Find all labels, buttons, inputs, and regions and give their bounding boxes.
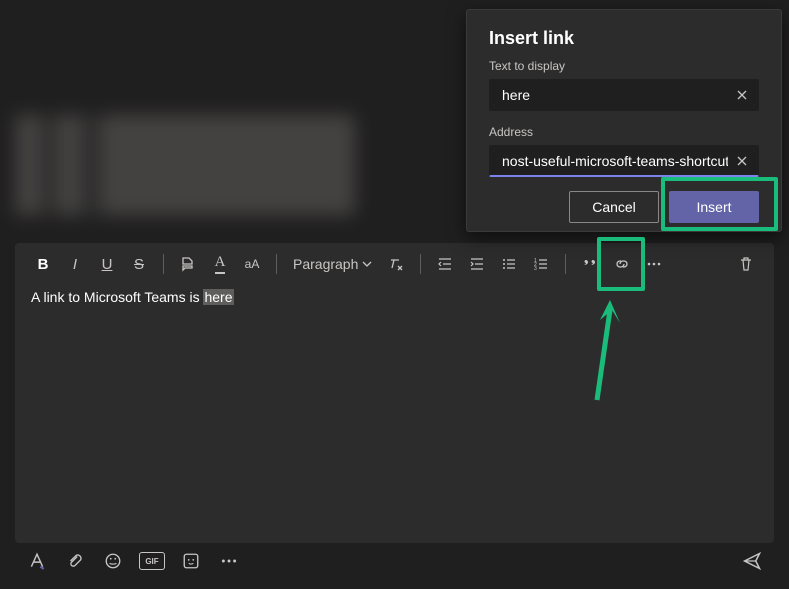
strikethrough-button[interactable]: S xyxy=(125,250,153,278)
sticker-button[interactable] xyxy=(179,549,203,573)
send-icon xyxy=(742,551,762,571)
text-to-display-label: Text to display xyxy=(489,59,759,73)
emoji-button[interactable] xyxy=(101,549,125,573)
chevron-down-icon xyxy=(362,259,372,269)
gif-button[interactable]: GIF xyxy=(139,552,165,570)
send-button[interactable] xyxy=(740,549,764,573)
format-button[interactable] xyxy=(25,549,49,573)
address-label: Address xyxy=(489,125,759,139)
insert-button[interactable]: Insert xyxy=(669,191,759,223)
more-options-button[interactable] xyxy=(640,250,668,278)
clear-address-button[interactable] xyxy=(732,152,752,172)
address-field-wrap xyxy=(489,145,759,177)
insert-link-button[interactable] xyxy=(608,250,636,278)
font-color-button[interactable]: A xyxy=(206,250,234,278)
more-bottom-button[interactable] xyxy=(217,549,241,573)
attachment-button[interactable] xyxy=(63,549,87,573)
numbered-list-button[interactable]: 123 xyxy=(527,250,555,278)
delete-message-button[interactable] xyxy=(732,250,760,278)
toolbar-divider xyxy=(420,254,421,274)
text-to-display-field-wrap xyxy=(489,79,759,111)
toolbar-divider xyxy=(276,254,277,274)
highlighter-button[interactable] xyxy=(174,250,202,278)
font-color-letter: A xyxy=(215,254,226,274)
paperclip-icon xyxy=(66,552,84,570)
more-icon xyxy=(220,552,238,570)
dialog-title: Insert link xyxy=(489,28,759,49)
more-icon xyxy=(646,256,662,272)
compose-bottom-bar: GIF xyxy=(15,543,774,579)
clear-text-button[interactable] xyxy=(732,86,752,106)
italic-button[interactable]: I xyxy=(61,250,89,278)
sticker-icon xyxy=(182,552,200,570)
address-input[interactable] xyxy=(502,153,728,169)
format-painter-icon xyxy=(28,552,46,570)
cancel-button[interactable]: Cancel xyxy=(569,191,659,223)
paragraph-dropdown[interactable]: Paragraph xyxy=(287,256,378,272)
quote-icon xyxy=(582,256,598,272)
numbered-list-icon: 123 xyxy=(533,256,549,272)
bullet-list-icon xyxy=(501,256,517,272)
indent-icon xyxy=(469,256,485,272)
conversation-header-blurred xyxy=(15,115,355,215)
message-editor[interactable]: A link to Microsoft Teams is here xyxy=(15,283,774,543)
close-icon xyxy=(736,155,748,167)
text-to-display-input[interactable] xyxy=(502,87,728,103)
close-icon xyxy=(736,89,748,101)
highlighter-icon xyxy=(180,256,196,272)
compose-message-box: B I U S A aA Paragraph xyxy=(15,243,774,543)
trash-icon xyxy=(738,256,754,272)
clear-formatting-icon xyxy=(388,256,404,272)
toolbar-divider xyxy=(565,254,566,274)
increase-indent-button[interactable] xyxy=(463,250,491,278)
editor-text-prefix: A link to Microsoft Teams is xyxy=(31,289,203,305)
smiley-icon xyxy=(104,552,122,570)
link-icon xyxy=(614,256,630,272)
quote-button[interactable] xyxy=(576,250,604,278)
font-size-button[interactable]: aA xyxy=(238,250,266,278)
toolbar-divider xyxy=(163,254,164,274)
paragraph-label: Paragraph xyxy=(293,256,358,272)
dedent-icon xyxy=(437,256,453,272)
gif-label: GIF xyxy=(145,557,158,566)
insert-link-dialog: Insert link Text to display Address Canc… xyxy=(466,9,782,232)
dialog-button-row: Cancel Insert xyxy=(489,191,759,223)
font-size-letters: aA xyxy=(245,257,260,271)
formatting-toolbar: B I U S A aA Paragraph xyxy=(15,243,774,283)
decrease-indent-button[interactable] xyxy=(431,250,459,278)
underline-button[interactable]: U xyxy=(93,250,121,278)
svg-text:3: 3 xyxy=(534,266,537,272)
bold-button[interactable]: B xyxy=(29,250,57,278)
editor-selected-text: here xyxy=(203,289,233,305)
bullet-list-button[interactable] xyxy=(495,250,523,278)
clear-formatting-button[interactable] xyxy=(382,250,410,278)
